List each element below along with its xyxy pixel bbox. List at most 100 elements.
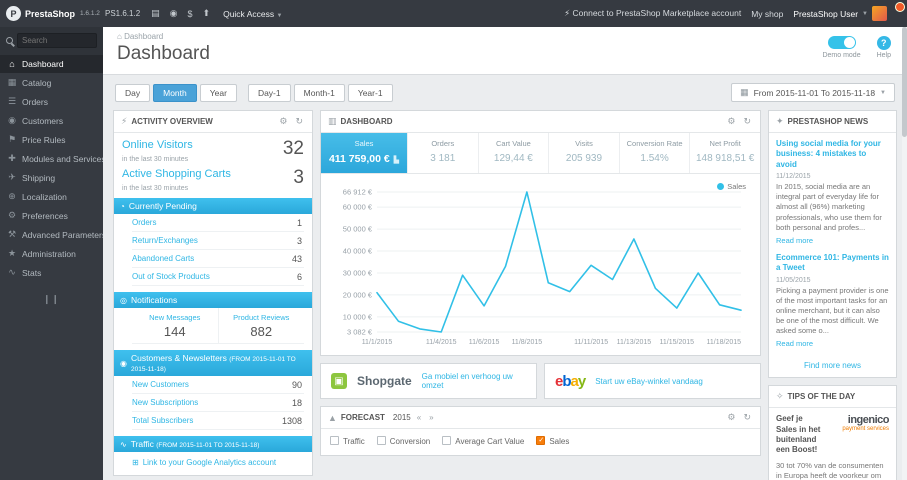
- cell-label: Product Reviews: [233, 313, 290, 322]
- kpi-sales[interactable]: Sales 411 759,00 € ▙: [321, 133, 408, 173]
- activity-overview-panel: ⚡ ACTIVITY OVERVIEW ⚙ ↻ Online Visitors …: [113, 110, 313, 476]
- sidebar-item-advanced-parameters[interactable]: ⚒ Advanced Parameters: [0, 225, 103, 244]
- chat-badge-icon[interactable]: [895, 2, 905, 12]
- sidebar-item-label: Catalog: [22, 77, 52, 88]
- launch-icon[interactable]: ⬆: [198, 8, 216, 19]
- sidebar-item-label: Dashboard: [22, 59, 64, 69]
- news-article-title[interactable]: Ecommerce 101: Payments in a Tweet: [776, 253, 889, 274]
- sidebar-search: [0, 27, 103, 55]
- sidebar-item-price-rules[interactable]: ⚑ Price Rules: [0, 130, 103, 149]
- toggle-knob: [843, 37, 855, 48]
- forecast-traffic-checkbox[interactable]: Traffic: [330, 436, 365, 446]
- quick-access-menu[interactable]: Quick Access ▼: [215, 9, 290, 19]
- my-shop-link[interactable]: My shop: [751, 9, 783, 19]
- row-value: 3: [296, 235, 302, 246]
- sidebar-item-label: Advanced Parameters: [22, 229, 103, 240]
- cell-value: 882: [250, 324, 273, 339]
- shopgate-promo[interactable]: ▣ Shopgate Ga mobiel en verhoog uw omzet: [320, 363, 537, 399]
- next-year-icon[interactable]: »: [427, 413, 435, 422]
- mini-chart-icon: ▙: [393, 157, 400, 164]
- forecast-conversion-checkbox[interactable]: Conversion: [376, 436, 430, 446]
- filter-month-button[interactable]: Month: [153, 83, 197, 102]
- home-icon: ⌂: [9, 59, 15, 69]
- row-link[interactable]: Abandoned Carts: [132, 254, 194, 263]
- scrollbar[interactable]: [902, 27, 907, 480]
- sidebar-item-dashboard[interactable]: ⌂ Dashboard: [0, 55, 103, 73]
- sidebar-item-label: Price Rules: [22, 134, 66, 145]
- shipping-icon: ✈: [8, 172, 16, 182]
- filter-day-1-button[interactable]: Day-1: [247, 83, 291, 102]
- sidebar-item-label: Localization: [22, 191, 67, 202]
- user-menu[interactable]: PrestaShop User ▼: [793, 6, 887, 21]
- row-value: 6: [296, 271, 302, 282]
- ebay-link[interactable]: Start uw eBay-winkel vandaag: [595, 377, 703, 386]
- traffic-title: Traffic: [130, 439, 154, 449]
- orders-icon: ☰: [7, 96, 17, 106]
- refresh-icon[interactable]: ↻: [293, 116, 305, 127]
- sidebar-collapse-icon[interactable]: ❙❙: [0, 282, 103, 317]
- chart-legend[interactable]: Sales: [717, 182, 746, 191]
- ebay-promo[interactable]: ebay Start uw eBay-winkel vandaag: [544, 363, 761, 399]
- payment-icon[interactable]: $: [183, 9, 198, 19]
- row-link[interactable]: Out of Stock Products: [132, 272, 210, 281]
- refresh-icon[interactable]: ↻: [741, 116, 753, 127]
- row-link[interactable]: New Subscriptions: [132, 398, 198, 407]
- forecast-sales-checkbox[interactable]: Sales: [536, 436, 569, 446]
- customers-icon[interactable]: ◉: [165, 8, 183, 19]
- gear-icon[interactable]: ⚙: [725, 116, 737, 127]
- read-more-link[interactable]: Read more: [776, 236, 889, 245]
- sidebar-item-orders[interactable]: ☰ Orders: [0, 92, 103, 111]
- news-article-title[interactable]: Using social media for your business: 4 …: [776, 139, 889, 170]
- shopgate-link[interactable]: Ga mobiel en verhoog uw omzet: [422, 372, 526, 390]
- kpi-net-profit[interactable]: Net Profit 148 918,51 €: [690, 133, 760, 173]
- kpi-visits[interactable]: Visits 205 939: [549, 133, 620, 173]
- customers-row-new: New Customers 90: [132, 376, 304, 394]
- filter-month-1-button[interactable]: Month-1: [293, 83, 345, 102]
- sidebar-item-stats[interactable]: ∿ Stats: [0, 263, 103, 282]
- prestashop-brand[interactable]: P PrestaShop 1.6.1.2: [0, 6, 103, 21]
- sidebar-item-label: Preferences: [22, 210, 68, 221]
- row-link[interactable]: Orders: [132, 218, 156, 227]
- gear-icon[interactable]: ⚙: [725, 412, 737, 423]
- help-icon[interactable]: ?: [876, 36, 891, 50]
- forecast-avg-cart-checkbox[interactable]: Average Cart Value: [442, 436, 524, 446]
- sidebar-item-preferences[interactable]: ⚙ Preferences: [0, 206, 103, 225]
- row-link[interactable]: Total Subscribers: [132, 416, 193, 425]
- sidebar-item-customers[interactable]: ◉ Customers: [0, 111, 103, 130]
- demo-mode-toggle[interactable]: [827, 36, 856, 49]
- scrollbar-thumb[interactable]: [902, 27, 907, 137]
- filter-day-button[interactable]: Day: [115, 83, 151, 102]
- prev-year-icon[interactable]: «: [415, 413, 423, 422]
- checkbox-icon: [330, 436, 339, 445]
- row-link[interactable]: Return/Exchanges: [132, 236, 198, 245]
- legend-label: Sales: [549, 437, 570, 446]
- marketplace-link[interactable]: ⚡ Connect to PrestaShop Marketplace acco…: [564, 8, 741, 19]
- search-input[interactable]: [17, 33, 97, 48]
- sidebar-item-administration[interactable]: ★ Administration: [0, 244, 103, 263]
- cart-icon[interactable]: ▤: [146, 8, 165, 19]
- kpi-orders[interactable]: Orders 3 181: [408, 133, 479, 173]
- filter-year-1-button[interactable]: Year-1: [347, 83, 393, 102]
- sidebar-item-label: Orders: [22, 96, 48, 107]
- prestashop-logo-icon: P: [6, 6, 21, 21]
- date-range-picker[interactable]: ▦ From 2015-11-01 To 2015-11-18 ▼: [731, 83, 895, 102]
- sidebar-item-localization[interactable]: ⊕ Localization: [0, 187, 103, 206]
- filter-year-button[interactable]: Year: [199, 83, 237, 102]
- row-link[interactable]: New Customers: [132, 380, 189, 389]
- sidebar-item-catalog[interactable]: ▦ Catalog: [0, 73, 103, 92]
- kpi-conversion-rate[interactable]: Conversion Rate 1.54%: [620, 133, 691, 173]
- product-reviews-cell[interactable]: Product Reviews 882: [218, 308, 304, 344]
- new-messages-cell[interactable]: New Messages 144: [132, 308, 219, 344]
- date-range-label: From 2015-11-01 To 2015-11-18: [753, 87, 876, 98]
- breadcrumb[interactable]: ⌂ Dashboard: [117, 32, 893, 41]
- gear-icon[interactable]: ⚙: [277, 116, 289, 127]
- sidebar-item-shipping[interactable]: ✈ Shipping: [0, 168, 103, 187]
- read-more-link[interactable]: Read more: [776, 339, 889, 348]
- sidebar-item-modules[interactable]: ✚ Modules and Services: [0, 149, 103, 168]
- refresh-icon[interactable]: ↻: [741, 412, 753, 423]
- find-more-news-link[interactable]: Find more news: [769, 358, 896, 377]
- google-analytics-link[interactable]: ⊞ Link to your Google Analytics account: [132, 458, 304, 467]
- active-carts-link[interactable]: Active Shopping Carts: [122, 168, 231, 180]
- kpi-cart-value[interactable]: Cart Value 129,44 €: [479, 133, 550, 173]
- online-visitors-link[interactable]: Online Visitors: [122, 139, 193, 151]
